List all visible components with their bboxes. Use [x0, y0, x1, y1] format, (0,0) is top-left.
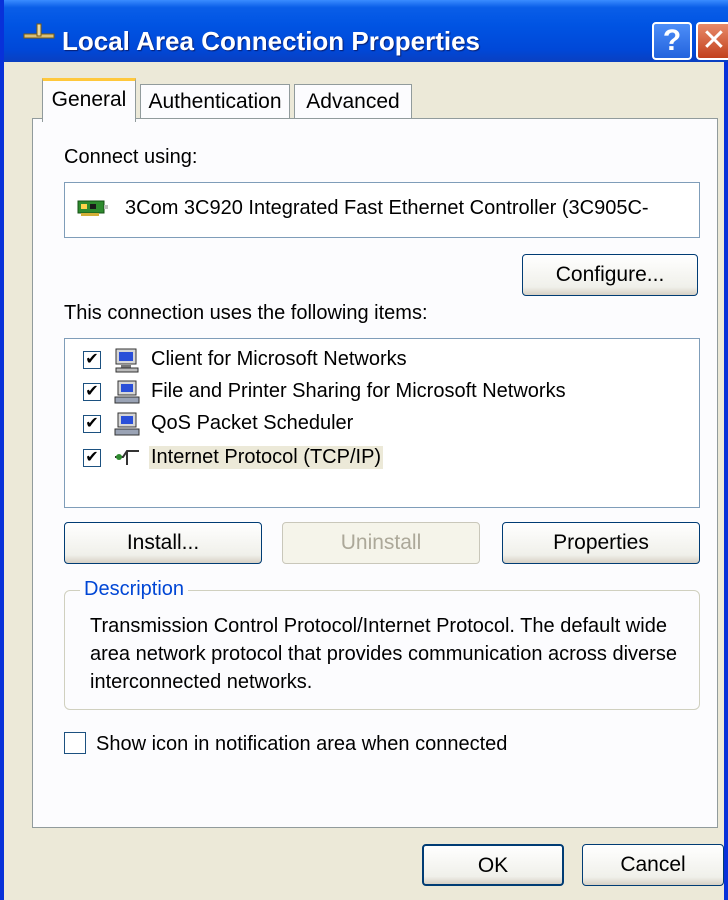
- adapter-box: 3Com 3C920 Integrated Fast Ethernet Cont…: [64, 182, 700, 238]
- list-item[interactable]: ✔ Client for Microsoft Networks: [79, 345, 679, 375]
- network-service-icon: [114, 412, 140, 436]
- title-bar[interactable]: Local Area Connection Properties ? ✕: [4, 0, 728, 62]
- item-label: QoS Packet Scheduler: [151, 412, 354, 434]
- list-item[interactable]: ✔ Internet Protocol (TCP/IP): [79, 443, 679, 473]
- notification-checkbox[interactable]: [64, 732, 86, 754]
- item-checkbox[interactable]: ✔: [83, 351, 101, 369]
- components-list[interactable]: ✔ Client for Microsoft Networks ✔ File a…: [64, 338, 700, 508]
- properties-dialog: Local Area Connection Properties ? ✕ Aut…: [0, 0, 728, 900]
- install-button[interactable]: Install...: [64, 522, 262, 564]
- network-connection-icon: [23, 23, 55, 39]
- list-item[interactable]: ✔ QoS Packet Scheduler: [79, 409, 679, 439]
- item-label: Internet Protocol (TCP/IP): [149, 446, 384, 469]
- window-title: Local Area Connection Properties: [62, 26, 481, 56]
- cancel-button[interactable]: Cancel: [582, 844, 724, 886]
- item-checkbox[interactable]: ✔: [83, 383, 101, 401]
- network-adapter-icon: [77, 200, 108, 216]
- help-button[interactable]: ?: [652, 22, 692, 60]
- notification-label[interactable]: Show icon in notification area when conn…: [96, 733, 507, 756]
- tab-general[interactable]: General: [42, 78, 136, 122]
- item-checkbox[interactable]: ✔: [83, 415, 101, 433]
- description-title: Description: [80, 578, 189, 601]
- uninstall-button[interactable]: Uninstall: [282, 522, 480, 564]
- item-checkbox[interactable]: ✔: [83, 449, 101, 467]
- network-service-icon: [114, 380, 140, 404]
- connect-using-label: Connect using:: [64, 146, 198, 168]
- protocol-icon: [115, 450, 139, 465]
- items-label: This connection uses the following items…: [64, 302, 428, 324]
- list-item[interactable]: ✔ File and Printer Sharing for Microsoft…: [79, 377, 679, 407]
- item-label: Client for Microsoft Networks: [151, 348, 407, 370]
- item-label: File and Printer Sharing for Microsoft N…: [151, 380, 566, 402]
- description-text: Transmission Control Protocol/Internet P…: [90, 615, 677, 693]
- ok-button[interactable]: OK: [422, 844, 564, 886]
- properties-button[interactable]: Properties: [502, 522, 700, 564]
- tab-advanced[interactable]: Advanced: [294, 84, 412, 120]
- tab-authentication[interactable]: Authentication: [140, 84, 290, 120]
- network-client-icon: [115, 348, 139, 373]
- close-button[interactable]: ✕: [696, 22, 728, 60]
- adapter-name: 3Com 3C920 Integrated Fast Ethernet Cont…: [125, 197, 649, 219]
- configure-button[interactable]: Configure...: [522, 254, 698, 296]
